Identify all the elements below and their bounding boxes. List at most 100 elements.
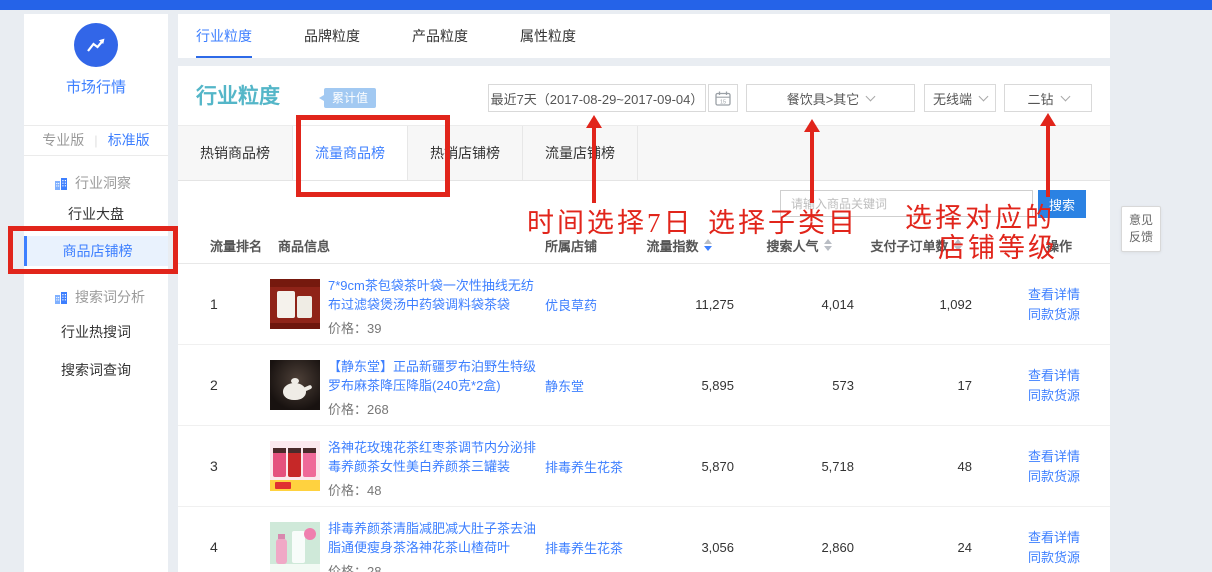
header-actions: 操作: [1028, 226, 1090, 264]
table-header: 流量排名 商品信息 所属店铺 流量指数 搜索人气 支付子订单数 操作: [178, 226, 1110, 264]
row-actions: 查看详情 同款货源: [1028, 345, 1098, 425]
app-logo[interactable]: [74, 23, 118, 67]
traffic-index-value: 3,056: [620, 507, 738, 572]
rank-value: 4: [210, 507, 250, 572]
subtab-traffic-products[interactable]: 流量商品榜: [293, 126, 408, 180]
product-thumbnail[interactable]: [270, 279, 320, 329]
header-traffic-rank: 流量排名: [210, 226, 262, 264]
same-source-link[interactable]: 同款货源: [1028, 548, 1080, 567]
search-popularity-value: 4,014: [740, 264, 858, 344]
header-traffic-index: 流量指数: [620, 226, 738, 264]
traffic-index-value: 5,895: [620, 345, 738, 425]
tab-industry-granularity[interactable]: 行业粒度: [196, 14, 252, 58]
keyword-search-input[interactable]: [780, 190, 1033, 217]
sidebar-section-industry-insight[interactable]: 行业洞察: [54, 172, 131, 194]
table-row: 1 7*9cm茶包袋茶叶袋一次性抽线无纺布过滤袋煲汤中药袋调料袋茶袋 价格：39…: [178, 264, 1110, 345]
chevron-down-icon: [866, 91, 876, 101]
header-label: 支付子订单数: [870, 236, 948, 255]
shop-level-dropdown[interactable]: 二钻: [1004, 84, 1092, 112]
product-title-link[interactable]: 7*9cm茶包袋茶叶袋一次性抽线无纺布过滤袋煲汤中药袋调料袋茶袋: [328, 276, 542, 314]
app-name: 市场行情: [24, 76, 168, 97]
red-arrow-line: [810, 131, 814, 203]
category-dropdown[interactable]: 餐饮具>其它: [746, 84, 915, 112]
same-source-link[interactable]: 同款货源: [1028, 386, 1080, 405]
product-title-link[interactable]: 【静东堂】正品新疆罗布泊野生特级罗布麻茶降压降脂(240克*2盒): [328, 357, 542, 395]
sidebar-item-industry-hot-words[interactable]: 行业热搜词: [24, 320, 168, 344]
rank-value: 1: [210, 264, 250, 344]
feedback-label: 意见: [1122, 212, 1160, 229]
feedback-button[interactable]: 意见 反馈: [1121, 206, 1161, 252]
header-label: 流量指数: [646, 236, 698, 255]
product-info: 洛神花玫瑰花茶红枣茶调节内分泌排毒养颜茶女性美白养颜茶三罐装 价格：48: [328, 438, 542, 499]
chevron-down-icon: [979, 91, 989, 101]
subtab-traffic-shops[interactable]: 流量店铺榜: [523, 126, 638, 180]
date-range-selector[interactable]: 最近7天（2017-08-29~2017-09-04）: [488, 84, 706, 112]
product-info: 【静东堂】正品新疆罗布泊野生特级罗布麻茶降压降脂(240克*2盒) 价格：268: [328, 357, 542, 418]
view-detail-link[interactable]: 查看详情: [1028, 285, 1080, 304]
same-source-link[interactable]: 同款货源: [1028, 467, 1080, 486]
product-info: 排毒养颜茶清脂减肥减大肚子茶去油脂通便瘦身茶洛神花茶山楂荷叶 价格：28: [328, 519, 542, 572]
building-icon: [54, 177, 68, 190]
rank-value: 3: [210, 426, 250, 506]
header-search-popularity: 搜索人气: [740, 226, 858, 264]
feedback-label: 反馈: [1122, 229, 1160, 246]
calendar-button[interactable]: 15: [708, 84, 738, 112]
view-detail-link[interactable]: 查看详情: [1028, 366, 1080, 385]
subtab-hot-shops[interactable]: 热销店铺榜: [408, 126, 523, 180]
search-popularity-value: 5,718: [740, 426, 858, 506]
sidebar-section-search-analysis[interactable]: 搜索词分析: [54, 286, 145, 308]
rank-subtabs: 热销商品榜 流量商品榜 热销店铺榜 流量店铺榜: [178, 125, 1110, 181]
table-row: 4 排毒养颜茶清脂减肥减大肚子茶去油脂通便瘦身茶洛神花茶山楂荷叶 价格：28 排…: [178, 507, 1110, 572]
search-popularity-value: 2,860: [740, 507, 858, 572]
sort-icons[interactable]: [954, 239, 962, 251]
view-detail-link[interactable]: 查看详情: [1028, 528, 1080, 547]
traffic-index-value: 5,870: [620, 426, 738, 506]
trend-chart-icon: [84, 33, 108, 57]
tab-product-granularity[interactable]: 产品粒度: [412, 14, 468, 58]
cumulative-badge: 累计值: [324, 88, 376, 108]
product-price: 价格：48: [328, 480, 542, 499]
terminal-value: 无线端: [933, 89, 972, 108]
product-title-link[interactable]: 排毒养颜茶清脂减肥减大肚子茶去油脂通便瘦身茶洛神花茶山楂荷叶: [328, 519, 542, 557]
sidebar-section-label: 行业洞察: [75, 173, 131, 193]
version-tab-standard[interactable]: 标准版: [108, 130, 150, 150]
sidebar-item-product-shop-rank[interactable]: 商品店铺榜: [24, 236, 168, 266]
same-source-link[interactable]: 同款货源: [1028, 305, 1080, 324]
page-title: 行业粒度: [196, 80, 280, 110]
tab-brand-granularity[interactable]: 品牌粒度: [304, 14, 360, 58]
product-price: 价格：39: [328, 318, 542, 337]
svg-text:15: 15: [720, 99, 726, 105]
traffic-index-value: 11,275: [620, 264, 738, 344]
divider: [24, 155, 168, 156]
tab-attribute-granularity[interactable]: 属性粒度: [520, 14, 576, 58]
building-icon: [54, 291, 68, 304]
sort-icons[interactable]: [824, 239, 832, 251]
paid-suborders-value: 17: [856, 345, 976, 425]
terminal-dropdown[interactable]: 无线端: [924, 84, 996, 112]
granularity-tabs: 行业粒度 品牌粒度 产品粒度 属性粒度: [178, 14, 1110, 58]
rank-value: 2: [210, 345, 250, 425]
divider: |: [94, 133, 97, 148]
product-thumbnail[interactable]: [270, 360, 320, 410]
shop-level-value: 二钻: [1027, 89, 1053, 108]
product-thumbnail[interactable]: [270, 441, 320, 491]
header-product-info: 商品信息: [278, 226, 330, 264]
main-panel: 行业粒度 累计值 最近7天（2017-08-29~2017-09-04） 15 …: [178, 66, 1110, 572]
product-title-link[interactable]: 洛神花玫瑰花茶红枣茶调节内分泌排毒养颜茶女性美白养颜茶三罐装: [328, 438, 542, 476]
view-detail-link[interactable]: 查看详情: [1028, 447, 1080, 466]
red-arrow-line: [592, 127, 596, 203]
product-thumbnail[interactable]: [270, 522, 320, 572]
subtab-hot-products[interactable]: 热销商品榜: [178, 126, 293, 180]
header-shop: 所属店铺: [545, 226, 597, 264]
category-value: 餐饮具>其它: [787, 89, 860, 108]
top-header-bar: [0, 0, 1212, 10]
paid-suborders-value: 48: [856, 426, 976, 506]
sidebar-item-industry-overview[interactable]: 行业大盘: [24, 202, 168, 226]
search-popularity-value: 573: [740, 345, 858, 425]
paid-suborders-value: 24: [856, 507, 976, 572]
chevron-down-icon: [1060, 91, 1070, 101]
sort-icons[interactable]: [704, 239, 712, 251]
sidebar-item-search-word-query[interactable]: 搜索词查询: [24, 358, 168, 382]
row-actions: 查看详情 同款货源: [1028, 426, 1098, 506]
version-tab-pro[interactable]: 专业版: [42, 130, 84, 150]
